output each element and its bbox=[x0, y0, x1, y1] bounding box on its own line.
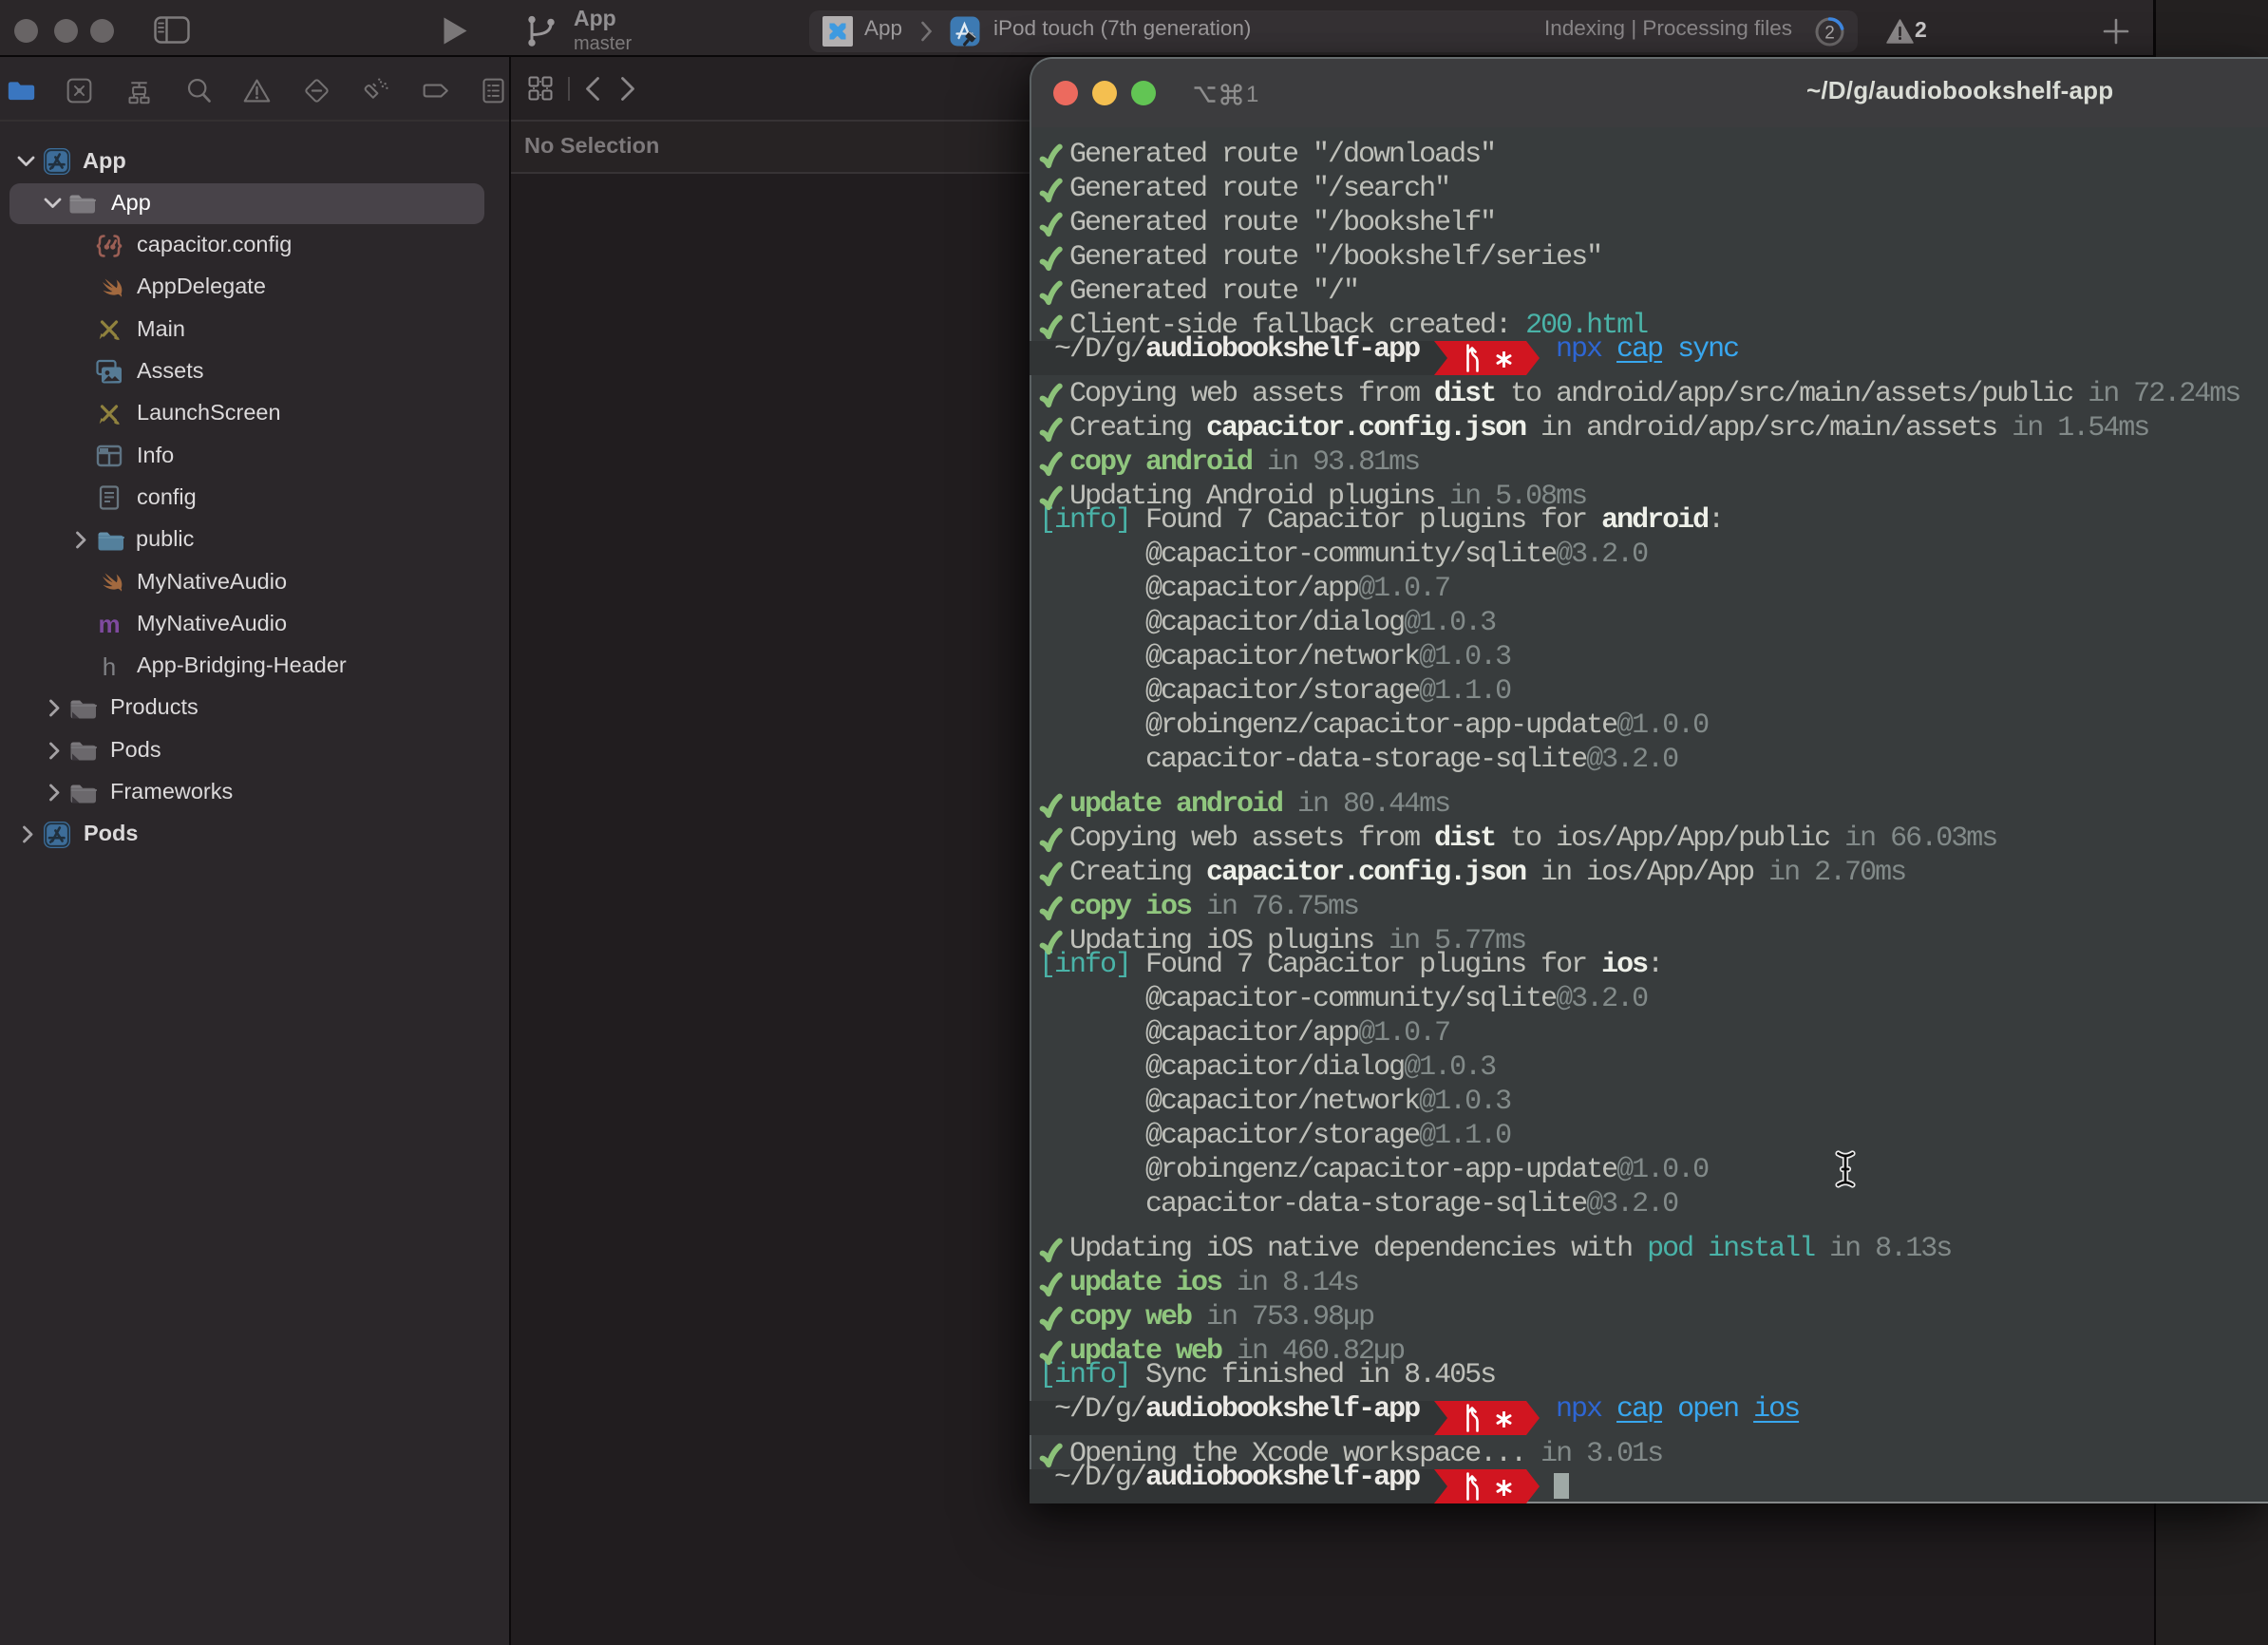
svg-text:2: 2 bbox=[1824, 24, 1835, 44]
